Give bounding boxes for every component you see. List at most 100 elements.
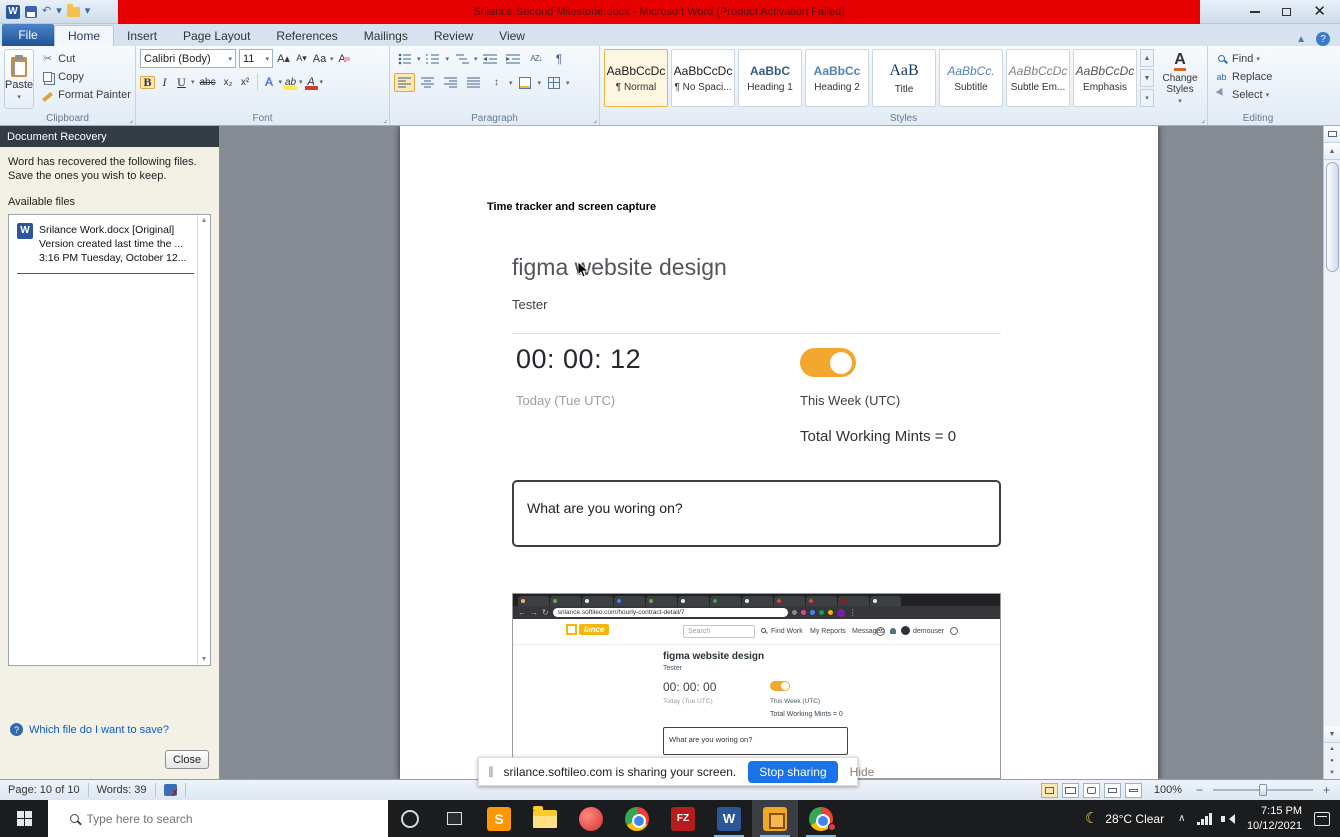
web-layout-view-icon[interactable]	[1083, 783, 1100, 798]
increase-indent-button[interactable]	[503, 49, 524, 68]
shading-dropdown-icon[interactable]: ▾	[538, 79, 542, 87]
style-title[interactable]: AaBTitle	[872, 49, 936, 107]
font-size-combo[interactable]: 11▾	[239, 49, 273, 68]
change-case-dropdown-icon[interactable]: ▾	[330, 55, 334, 63]
change-case-button[interactable]	[312, 52, 327, 65]
maximize-button[interactable]	[1282, 8, 1291, 16]
justify-button[interactable]	[463, 73, 484, 92]
scrollbar-thumb[interactable]	[1326, 162, 1339, 272]
paste-button[interactable]: Paste ▾	[4, 49, 34, 109]
help-icon[interactable]: ?	[1316, 32, 1330, 46]
zoom-slider[interactable]	[1213, 789, 1313, 791]
hidden-icons-chevron[interactable]: ∧	[1178, 813, 1185, 824]
superscript-button[interactable]	[238, 76, 253, 89]
paragraph-dialog-launcher[interactable]: ⌟	[593, 115, 597, 124]
word-count[interactable]: Words: 39	[89, 784, 155, 796]
line-spacing-button[interactable]	[486, 73, 507, 92]
task-view-button[interactable]	[432, 800, 476, 837]
scroll-up-arrow[interactable]: ▲	[1324, 143, 1340, 160]
full-screen-reading-view-icon[interactable]	[1062, 783, 1079, 798]
taskbar-app-word[interactable]: W	[706, 800, 752, 837]
taskbar-app-screen-capture[interactable]	[752, 800, 798, 837]
numbering-dropdown-icon[interactable]: ▾	[446, 55, 450, 63]
show-formatting-marks-button[interactable]	[549, 49, 570, 68]
borders-dropdown-icon[interactable]: ▾	[566, 79, 570, 87]
font-color-button[interactable]	[305, 75, 318, 90]
change-styles-button[interactable]: A Change Styles ▾	[1157, 49, 1203, 107]
tab-home[interactable]: Home	[54, 25, 114, 46]
zoom-in-icon[interactable]: +	[1321, 783, 1332, 797]
style-subtle-emphasis[interactable]: AaBbCcDcSubtle Em...	[1006, 49, 1070, 107]
select-browse-object-icon[interactable]: ●	[1330, 755, 1334, 767]
zoom-level[interactable]: 100%	[1146, 784, 1190, 796]
previous-page-icon[interactable]: ▲	[1329, 743, 1335, 755]
sort-button[interactable]	[526, 49, 547, 68]
tab-review[interactable]: Review	[421, 25, 486, 46]
styles-dialog-launcher[interactable]: ⌟	[1201, 115, 1205, 124]
save-icon[interactable]	[25, 6, 37, 18]
taskbar-app-pink[interactable]	[568, 800, 614, 837]
bullets-dropdown-icon[interactable]: ▾	[417, 55, 421, 63]
search-input[interactable]	[87, 812, 367, 826]
outline-view-icon[interactable]	[1104, 783, 1121, 798]
close-button[interactable]: ✕	[1313, 4, 1326, 19]
text-effects-button[interactable]	[262, 76, 277, 89]
clear-formatting-button[interactable]	[337, 52, 352, 65]
next-page-icon[interactable]: ▼	[1329, 767, 1335, 779]
style-gallery-up-icon[interactable]: ▲	[1140, 49, 1154, 67]
underline-button[interactable]	[174, 76, 189, 89]
recovery-list-scrollbar[interactable]: ▲ ▼	[197, 215, 210, 665]
style-heading1[interactable]: AaBbCHeading 1	[738, 49, 802, 107]
taskbar-clock[interactable]: 7:15 PM 10/12/2021	[1247, 804, 1302, 834]
format-painter-button[interactable]: Format Painter	[38, 87, 133, 102]
align-right-button[interactable]	[440, 73, 461, 92]
taskbar-app-filezilla[interactable]: FZ	[660, 800, 706, 837]
style-heading2[interactable]: AaBbCcHeading 2	[805, 49, 869, 107]
vertical-scrollbar[interactable]: ▲ ▼ ▲ ● ▼	[1323, 126, 1340, 779]
open-folder-icon[interactable]	[67, 7, 80, 17]
line-spacing-dropdown-icon[interactable]: ▾	[509, 79, 513, 87]
volume-icon[interactable]	[1224, 814, 1235, 824]
tab-references[interactable]: References	[263, 25, 350, 46]
draft-view-icon[interactable]	[1125, 783, 1142, 798]
taskbar-app-file-explorer[interactable]	[522, 800, 568, 837]
text-effects-dropdown-icon[interactable]: ▾	[279, 78, 283, 86]
grow-font-button[interactable]	[276, 52, 291, 65]
style-no-spacing[interactable]: AaBbCcDc¶ No Spaci...	[671, 49, 735, 107]
multilevel-dropdown-icon[interactable]: ▾	[474, 55, 478, 63]
font-family-combo[interactable]: Calibri (Body)▾	[140, 49, 236, 68]
strikethrough-button[interactable]	[197, 76, 219, 89]
select-dropdown-icon[interactable]: ▾	[1266, 91, 1270, 99]
taskbar-app-chrome[interactable]	[614, 800, 660, 837]
undo-dropdown-icon[interactable]: ▾	[56, 6, 62, 17]
paste-dropdown-icon[interactable]: ▾	[17, 93, 21, 101]
font-color-dropdown-icon[interactable]: ▾	[320, 78, 324, 86]
which-file-help-link[interactable]: Which file do I want to save?	[29, 724, 169, 736]
tab-file[interactable]: File	[2, 24, 54, 46]
style-emphasis[interactable]: AaBbCcDcEmphasis	[1073, 49, 1137, 107]
tab-mailings[interactable]: Mailings	[351, 25, 421, 46]
zoom-slider-thumb[interactable]	[1259, 784, 1267, 796]
clipboard-dialog-launcher[interactable]: ⌟	[129, 115, 133, 124]
align-center-button[interactable]	[417, 73, 438, 92]
recovery-close-button[interactable]: Close	[165, 750, 209, 769]
find-button[interactable]: Find▾	[1212, 51, 1304, 66]
cut-button[interactable]: ✂Cut	[38, 51, 133, 66]
start-button[interactable]	[0, 800, 48, 837]
scroll-down-icon[interactable]: ▼	[201, 656, 208, 663]
collapse-ribbon-icon[interactable]: ▲	[1296, 34, 1306, 45]
tab-view[interactable]: View	[486, 25, 538, 46]
cortana-button[interactable]	[388, 800, 432, 837]
align-left-button[interactable]	[394, 73, 415, 92]
decrease-indent-button[interactable]	[480, 49, 501, 68]
scroll-up-icon[interactable]: ▲	[201, 217, 208, 224]
stop-sharing-button[interactable]: Stop sharing	[748, 761, 837, 783]
zoom-out-icon[interactable]: −	[1194, 783, 1205, 797]
style-gallery-down-icon[interactable]: ▼	[1140, 69, 1154, 87]
scroll-down-arrow[interactable]: ▼	[1324, 726, 1340, 743]
highlight-button[interactable]	[284, 75, 297, 90]
replace-button[interactable]: Replace	[1212, 69, 1304, 84]
qat-customize-icon[interactable]: ▾	[85, 6, 91, 17]
taskbar-weather[interactable]: ☾ 28°C Clear	[1085, 811, 1164, 826]
taskbar-app-sublime[interactable]: S	[476, 800, 522, 837]
